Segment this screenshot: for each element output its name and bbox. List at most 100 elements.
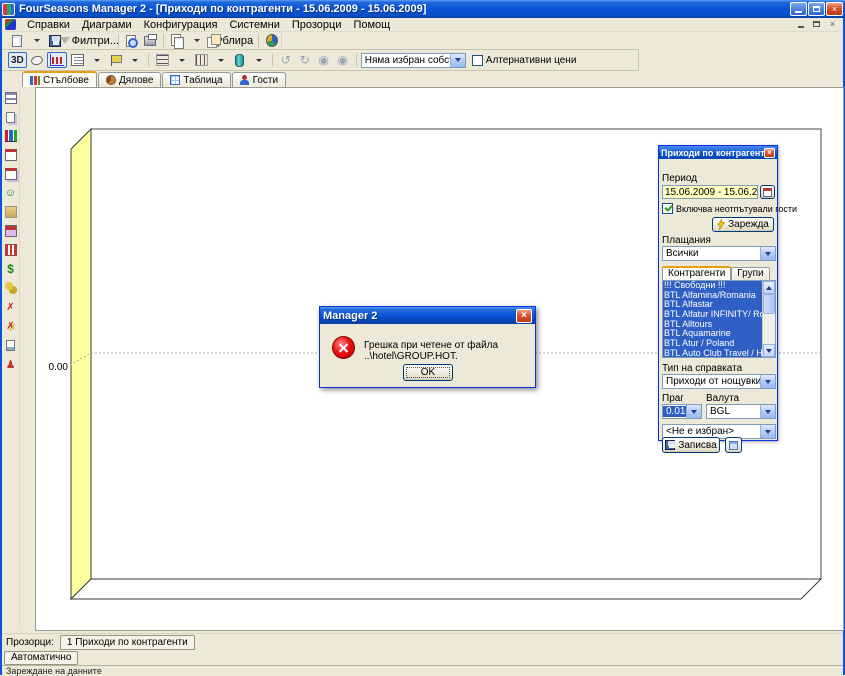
scroll-up-button[interactable] (763, 281, 775, 294)
minimize-button[interactable] (790, 2, 807, 16)
scroll-thumb[interactable] (763, 294, 775, 314)
legend-dropdown[interactable] (88, 52, 106, 68)
currency-combobox[interactable]: BGL (706, 404, 776, 419)
occupancy-grid-button[interactable] (3, 242, 19, 258)
list-item[interactable]: BTL Alfastar (663, 300, 762, 310)
dialog-title-bar[interactable]: Manager 2 × (320, 307, 535, 324)
new-report-button[interactable] (8, 33, 26, 49)
dialog-close-button[interactable]: × (516, 309, 532, 323)
vertical-grid-button[interactable] (192, 52, 211, 68)
owner-combobox-arrow[interactable] (450, 54, 465, 67)
panel-title-bar[interactable]: Приходи по контрагенти × (659, 146, 777, 159)
title-bar[interactable]: FourSeasons Manager 2 - [Приходи по конт… (0, 0, 845, 18)
menu-Диаграми[interactable]: Диаграми (76, 18, 138, 32)
include-guests-row[interactable]: Включва неотпътували гости (662, 203, 797, 214)
guests-button[interactable] (3, 185, 19, 201)
panel-close-button[interactable]: × (764, 148, 775, 158)
ok-button[interactable]: OK (403, 364, 453, 381)
panel-tab-Контрагенти[interactable]: Контрагенти (662, 266, 731, 280)
bar-style-button[interactable] (231, 52, 249, 68)
window-tab-button[interactable]: 1 Приходи по контрагенти (60, 635, 195, 650)
menu-Справки[interactable]: Справки (21, 18, 76, 32)
alt-prices-checkbox[interactable] (472, 55, 483, 66)
mdi-child-icon[interactable] (5, 19, 16, 30)
edit-export-button[interactable] (3, 109, 19, 125)
rotate-view-button[interactable] (28, 52, 46, 68)
tab-Стълбове[interactable]: Стълбове (22, 71, 97, 87)
contractors-listbox[interactable]: !!! Свободни !!!BTL Alfamina/RomaniaBTL … (662, 280, 776, 358)
mdi-close-button[interactable]: × (826, 19, 839, 30)
document-transfer-button[interactable] (3, 337, 19, 353)
load-button[interactable]: Зарежда (712, 217, 774, 232)
chart-settings-button[interactable] (263, 33, 281, 49)
include-guests-checkbox[interactable] (662, 203, 673, 214)
axis-toggle[interactable] (47, 52, 67, 68)
mdi-restore-button[interactable] (810, 19, 823, 30)
person-report-button[interactable] (3, 356, 19, 372)
panel-save-button[interactable]: Записва (662, 437, 720, 453)
panel-tab-Групи[interactable]: Групи (731, 267, 769, 280)
currency-combobox-arrow[interactable] (760, 405, 775, 418)
depth-increase-button[interactable]: ◉ (334, 52, 352, 68)
depth-decrease-button[interactable]: ◉ (315, 52, 333, 68)
list-item[interactable]: BTL Atur / Poland (663, 339, 762, 349)
filters-button[interactable]: Филтри... (65, 33, 114, 49)
vertical-grid-dropdown[interactable] (212, 52, 230, 68)
print-folder-button[interactable] (3, 204, 19, 220)
tab-Дялове[interactable]: Дялове (98, 72, 161, 87)
new-report-dropdown[interactable] (27, 33, 45, 49)
rotate-left-button[interactable]: ↺ (277, 52, 295, 68)
listbox-scrollbar[interactable] (762, 281, 775, 357)
hotel-button[interactable] (3, 223, 19, 239)
block-key-button[interactable] (3, 318, 19, 334)
menu-Конфигурация[interactable]: Конфигурация (138, 18, 224, 32)
print-preview-button[interactable] (122, 33, 140, 49)
panel-grid-button[interactable] (725, 437, 742, 453)
horizontal-grid-dropdown[interactable] (173, 52, 191, 68)
payments-button[interactable] (3, 280, 19, 296)
period-date-field[interactable]: 15.06.2009 - 15.06.2009 (662, 185, 758, 199)
close-button[interactable]: × (826, 2, 843, 16)
threshold-combobox-arrow[interactable] (686, 405, 701, 418)
list-item[interactable]: BTL Auto Club Travel / Hunga (663, 349, 762, 357)
print-button[interactable] (141, 33, 159, 49)
payments-combobox[interactable]: Всички (662, 246, 776, 261)
owner-combobox[interactable]: Няма избран собственици (361, 53, 466, 68)
labels-button[interactable] (107, 52, 125, 68)
view-3d-toggle[interactable]: 3D (8, 52, 27, 68)
mdi-minimize-button[interactable] (794, 19, 807, 30)
calendar-button[interactable] (760, 185, 775, 199)
list-item[interactable]: BTL Alfatur INFINITY/ Romani (663, 310, 762, 320)
payments-combobox-arrow[interactable] (760, 247, 775, 260)
menu-Помощ[interactable]: Помощ (347, 18, 396, 32)
report-type-combobox[interactable]: Приходи от нощувки (662, 374, 776, 389)
calendar-duplicate-button[interactable] (3, 166, 19, 182)
list-item[interactable]: BTL Alltours (663, 320, 762, 330)
cancel-payment-button[interactable] (3, 299, 19, 315)
scroll-track[interactable] (763, 314, 775, 344)
list-item[interactable]: BTL Aquamarine (663, 329, 762, 339)
rotate-right-button[interactable]: ↻ (296, 52, 314, 68)
bar-style-dropdown[interactable] (250, 52, 268, 68)
calendar-button[interactable] (3, 147, 19, 163)
list-item[interactable]: BTL Alfamina/Romania (663, 291, 762, 301)
window-list-button[interactable] (3, 90, 19, 106)
report-type-combobox-arrow[interactable] (760, 375, 775, 388)
scroll-down-button[interactable] (763, 344, 775, 357)
tab-Таблица[interactable]: Таблица (162, 72, 230, 87)
menu-Системни[interactable]: Системни (223, 18, 285, 32)
chart-button[interactable] (3, 128, 19, 144)
menu-Прозорци[interactable]: Прозорци (286, 18, 348, 32)
tab-Гости[interactable]: Гости (232, 72, 286, 87)
profile-combobox-arrow[interactable] (760, 425, 775, 438)
list-item[interactable]: !!! Свободни !!! (663, 281, 762, 291)
automatic-button[interactable]: Автоматично (4, 651, 78, 665)
duplicate-button[interactable]: Дублира (206, 33, 254, 49)
restore-button[interactable] (808, 2, 825, 16)
legend-button[interactable] (68, 52, 87, 68)
alt-prices-checkbox-row[interactable]: Алтернативни цени (472, 55, 577, 66)
labels-dropdown[interactable] (126, 52, 144, 68)
dollar-button[interactable] (3, 261, 19, 277)
horizontal-grid-button[interactable] (153, 52, 172, 68)
copy-button[interactable] (168, 33, 186, 49)
